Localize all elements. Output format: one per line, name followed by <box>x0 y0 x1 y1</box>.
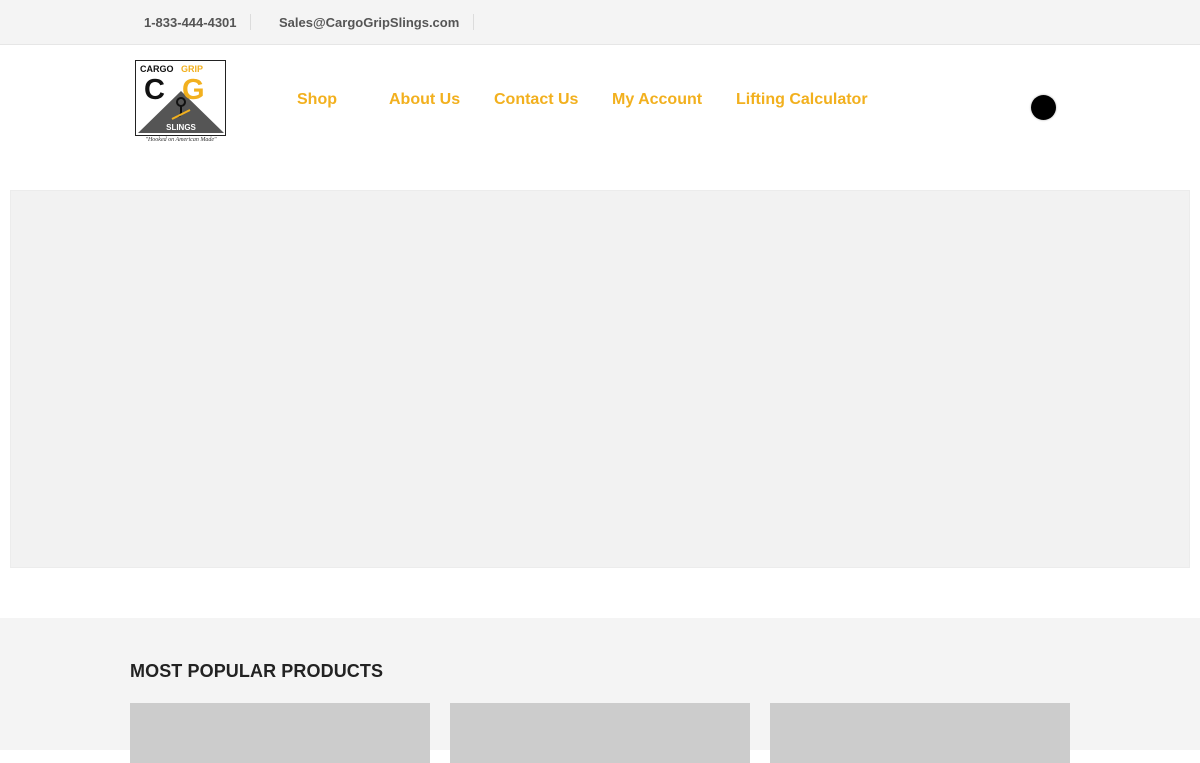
logo-graphic: CARGO GRIP C G SLINGS <box>138 64 224 133</box>
logo-tagline: "Hooked on American Made" <box>145 137 217 143</box>
topbar-divider <box>250 14 251 30</box>
topbar-divider <box>473 14 474 30</box>
phone-link[interactable]: 1-833-444-4301 <box>144 14 237 31</box>
email-link[interactable]: Sales@CargoGripSlings.com <box>279 14 459 31</box>
nav-shop[interactable]: Shop <box>297 90 337 110</box>
logo-text-slings: SLINGS <box>166 123 196 132</box>
logo-text-grip: GRIP <box>181 64 203 74</box>
logo-text-cargo: CARGO <box>140 64 174 74</box>
logo-mark-c: C <box>144 74 165 106</box>
cart-dot-icon[interactable] <box>1031 95 1056 120</box>
section-heading: MOST POPULAR PRODUCTS <box>130 661 384 681</box>
site-logo[interactable]: CARGO GRIP C G SLINGS <box>135 60 226 136</box>
product-card[interactable] <box>130 703 430 763</box>
product-card[interactable] <box>450 703 750 763</box>
top-contact-bar: 1-833-444-4301 Sales@CargoGripSlings.com <box>0 0 1200 45</box>
nav-about-us[interactable]: About Us <box>389 90 460 110</box>
hero-banner-placeholder <box>10 190 1190 568</box>
nav-my-account[interactable]: My Account <box>612 90 702 110</box>
nav-contact-us[interactable]: Contact Us <box>494 90 578 110</box>
nav-lifting-calculator[interactable]: Lifting Calculator <box>736 90 868 110</box>
product-card[interactable] <box>770 703 1070 763</box>
popular-products-section: MOST POPULAR PRODUCTS <box>0 618 1200 763</box>
site-header: CARGO GRIP C G SLINGS "Hooked on America… <box>0 45 1200 190</box>
